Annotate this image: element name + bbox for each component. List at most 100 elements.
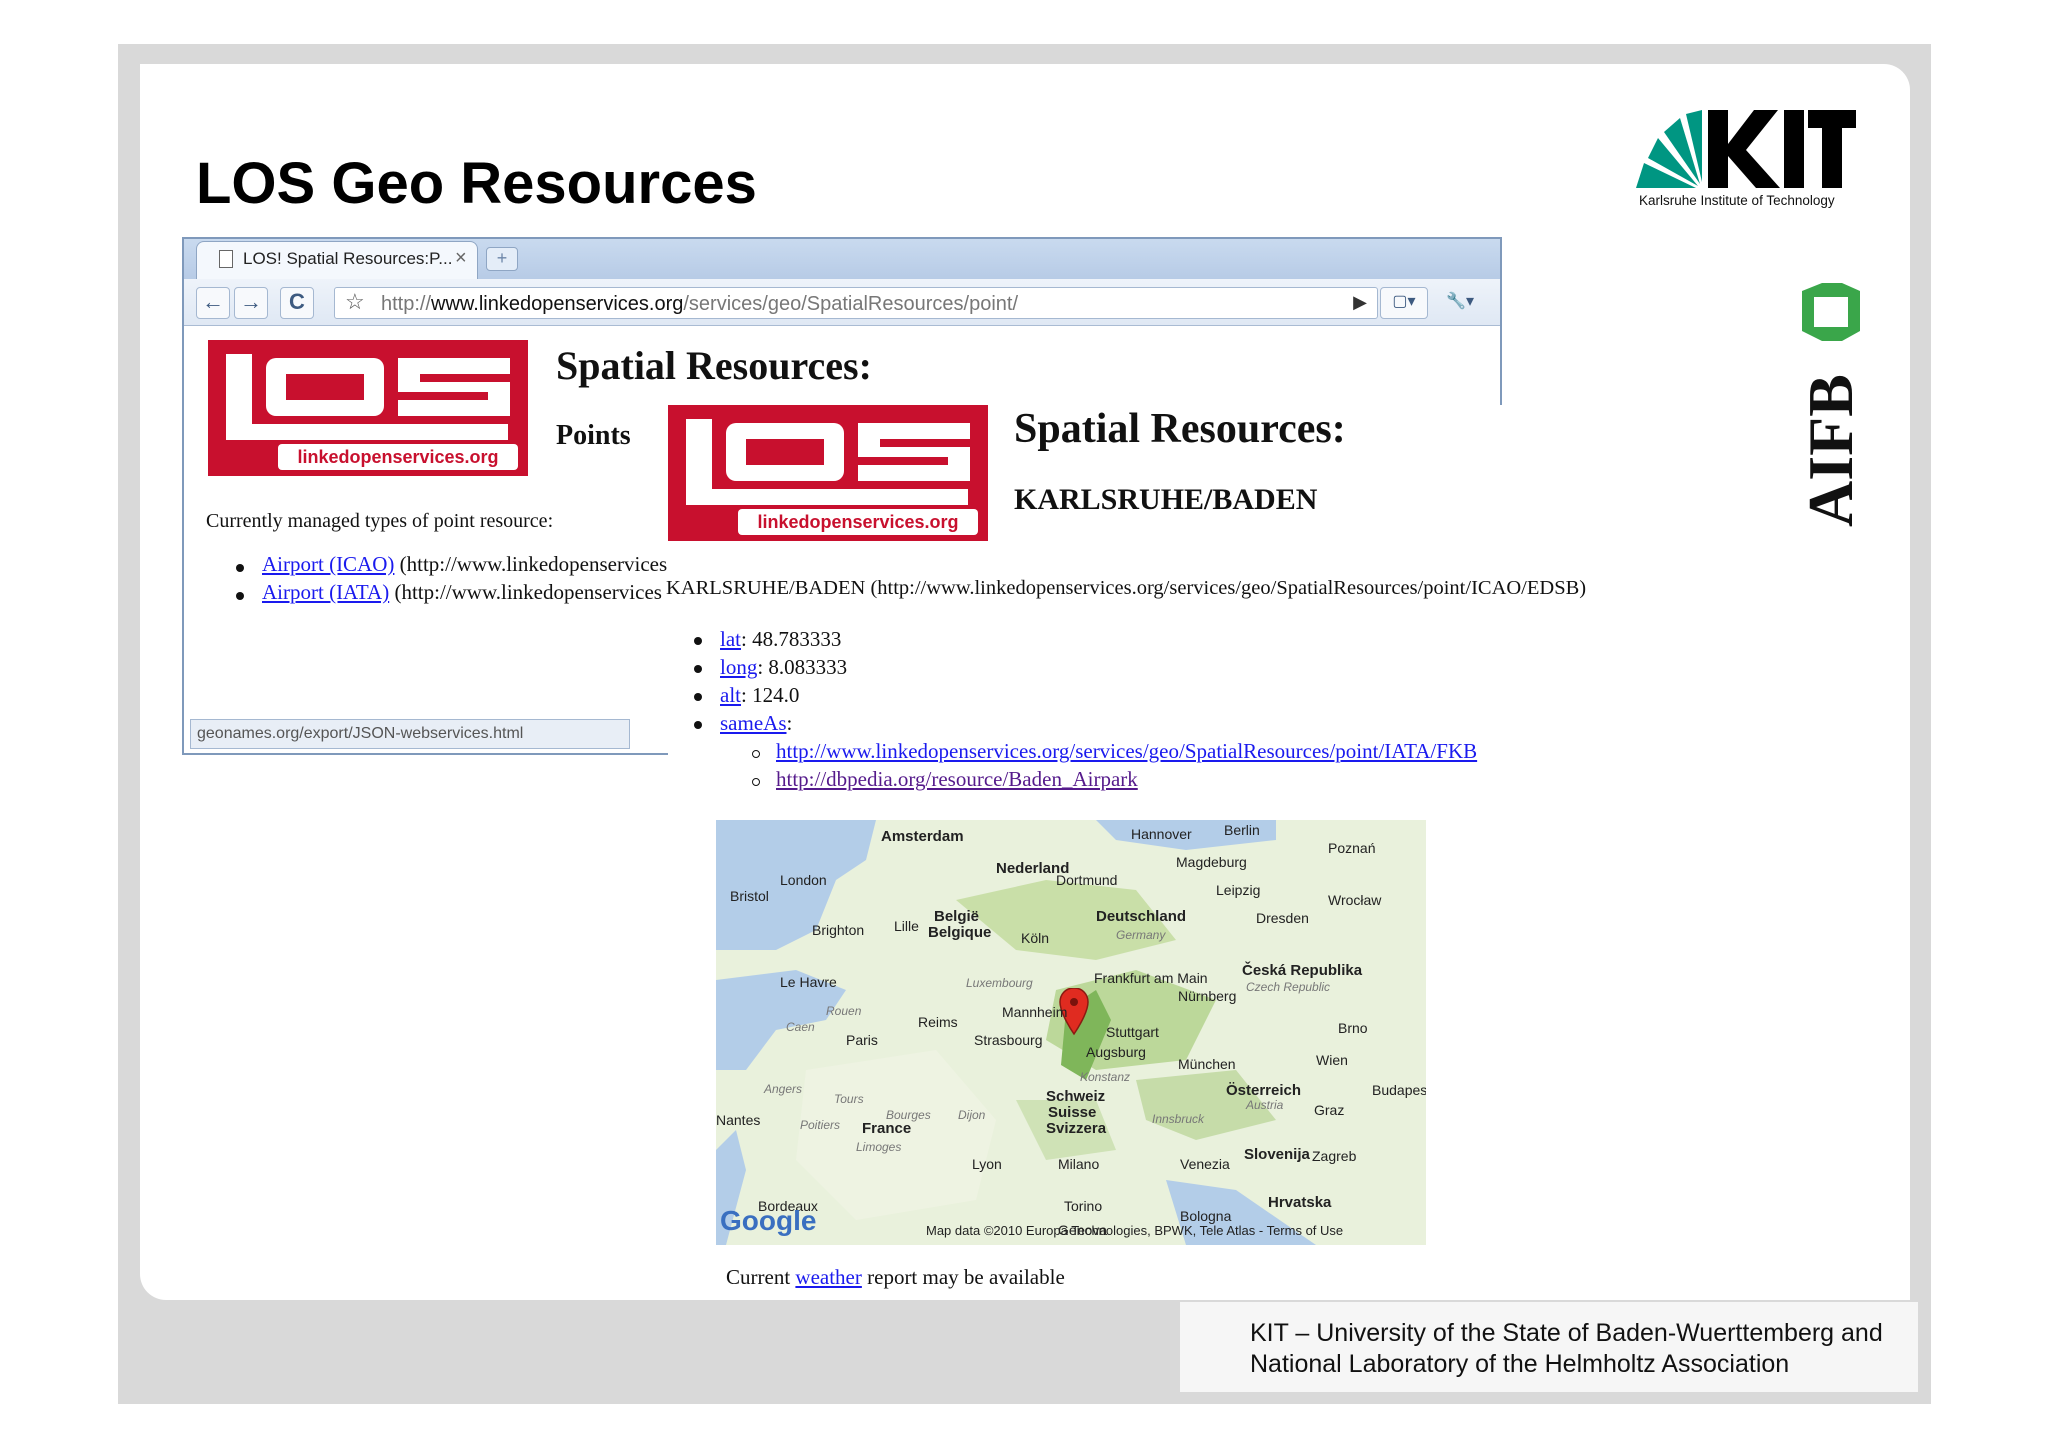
map-city-label: Dresden: [1256, 910, 1309, 926]
sameas-colon: :: [786, 711, 793, 735]
footer-text: KIT – University of the State of Baden-W…: [1250, 1318, 1883, 1380]
los-letters: [686, 419, 970, 505]
map-city-label: Poitiers: [800, 1118, 841, 1132]
dbpedia-link[interactable]: http://dbpedia.org/resource/Baden_Airpar…: [776, 767, 1138, 791]
lat-link[interactable]: lat: [720, 627, 741, 651]
map-city-label: Czech Republic: [1246, 980, 1331, 994]
map-city-label: Brno: [1338, 1020, 1368, 1036]
map-city-label: Suisse: [1048, 1104, 1097, 1121]
map-city-label: Magdeburg: [1176, 854, 1247, 870]
map-city-label: Angers: [764, 1082, 803, 1096]
map-city-label: Milano: [1058, 1156, 1100, 1172]
map-city-label: Tours: [834, 1092, 864, 1106]
los-logo: linkedopenservices.org: [208, 340, 528, 476]
list-bullet: [694, 721, 702, 729]
los-logo-text: linkedopenservices.org: [738, 509, 978, 535]
go-icon[interactable]: ▶: [1353, 292, 1367, 313]
map-city-label: Austria: [1246, 1098, 1284, 1112]
map-city-label: Bourges: [886, 1108, 931, 1122]
url-prefix: http://: [381, 293, 432, 315]
map-city-label: Dortmund: [1056, 872, 1118, 888]
reload-button[interactable]: C: [280, 287, 314, 319]
map-city-label: Deutschland: [1096, 908, 1187, 925]
property-row: long: 8.083333: [720, 655, 847, 680]
map-credit: Map data ©2010 Europa Technologies, BPWK…: [926, 1223, 1344, 1238]
map-city-label: Leipzig: [1216, 882, 1261, 898]
browser-tab[interactable]: LOS! Spatial Resources:P... ×: [196, 241, 478, 279]
map-city-label: France: [862, 1120, 912, 1137]
list-bullet: [694, 637, 702, 645]
map-city-label: Dijon: [958, 1108, 986, 1122]
sameas-item: http://dbpedia.org/resource/Baden_Airpar…: [776, 767, 1138, 792]
map-city-label: Stuttgart: [1106, 1024, 1159, 1040]
map-city-label: Caen: [786, 1020, 815, 1034]
map-city-label: Berlin: [1224, 822, 1260, 838]
footer-line-1: KIT – University of the State of Baden-W…: [1250, 1319, 1883, 1347]
map-city-label: Mannheim: [1002, 1004, 1068, 1020]
map-city-label: Belgique: [928, 924, 992, 941]
close-icon[interactable]: ×: [455, 247, 467, 270]
browser-toolbar: ← → C ☆ http://www.linkedopenservices.or…: [184, 279, 1500, 326]
map-city-label: Bristol: [730, 888, 769, 904]
page-heading: Spatial Resources:: [556, 343, 872, 388]
list-item: Airport (IATA) (http://www.linkedopenser…: [262, 580, 662, 605]
sameas-link[interactable]: sameAs: [720, 711, 787, 735]
airport-iata-link[interactable]: Airport (IATA): [262, 580, 389, 604]
map-city-label: Zagreb: [1312, 1148, 1357, 1164]
map-city-label: Reims: [918, 1014, 958, 1030]
kit-caption: Karlsruhe Institute of Technology: [1639, 193, 1835, 208]
map-city-label: Paris: [846, 1032, 878, 1048]
map-view[interactable]: Amsterdam Nederland London Bristol Brighton L…: [716, 820, 1426, 1245]
map-city-label: Česká Republika: [1242, 962, 1363, 979]
long-value: : 8.083333: [757, 655, 848, 679]
list-bullet: [236, 592, 244, 600]
slide-title: LOS Geo Resources: [196, 151, 757, 216]
map-city-label: Wrocław: [1328, 892, 1382, 908]
svg-text:AIFB: AIFB: [1795, 374, 1860, 527]
map-city-label: Schweiz: [1046, 1088, 1106, 1105]
new-tab-button[interactable]: +: [486, 247, 518, 271]
sublist-bullet: [752, 778, 760, 786]
map-city-label: Köln: [1021, 930, 1050, 946]
property-row: lat: 48.783333: [720, 627, 841, 652]
map-city-label: Lyon: [972, 1156, 1002, 1172]
sameas-item: http://www.linkedopenservices.org/servic…: [776, 739, 1477, 764]
map-city-label: België: [934, 908, 980, 925]
tools-menu-button[interactable]: 🔧▾: [1436, 287, 1484, 319]
map-city-label: Budapest: [1372, 1082, 1426, 1098]
map-city-label: Amsterdam: [881, 828, 964, 845]
star-icon[interactable]: ☆: [345, 289, 365, 315]
map-city-label: Österreich: [1226, 1082, 1302, 1099]
alt-value: : 124.0: [741, 683, 800, 707]
list-item-rest: (http://www.linkedopenservices: [394, 552, 668, 576]
forward-button[interactable]: →: [234, 287, 268, 319]
page-heading: Spatial Resources:: [1014, 406, 1346, 452]
list-bullet: [694, 693, 702, 701]
page-menu-button[interactable]: ▢▾: [1380, 287, 1428, 319]
list-item-rest: (http://www.linkedopenservices: [389, 580, 662, 604]
weather-link[interactable]: weather: [795, 1265, 861, 1289]
tab-strip: LOS! Spatial Resources:P... × +: [184, 239, 1500, 279]
map-city-label: Slovenija: [1244, 1146, 1310, 1163]
resource-line: KARLSRUHE/BADEN (http://www.linkedopense…: [666, 577, 1587, 599]
list-bullet: [694, 665, 702, 673]
map-city-label: Frankfurt am Main: [1094, 970, 1208, 986]
map-city-label: Venezia: [1180, 1156, 1230, 1172]
property-row: alt: 124.0: [720, 683, 799, 708]
alt-link[interactable]: alt: [720, 683, 741, 707]
map-city-label: Rouen: [826, 1004, 862, 1018]
los-logo-text: linkedopenservices.org: [278, 444, 518, 470]
airport-icao-link[interactable]: Airport (ICAO): [262, 552, 394, 576]
long-link[interactable]: long: [720, 655, 757, 679]
back-button[interactable]: ←: [196, 287, 230, 319]
url-host: www.linkedopenservices.org: [431, 293, 684, 315]
iata-fkb-link[interactable]: http://www.linkedopenservices.org/servic…: [776, 739, 1477, 763]
address-bar[interactable]: ☆ http://www.linkedopenservices.org/serv…: [334, 287, 1378, 319]
lat-value: : 48.783333: [741, 627, 842, 651]
page-icon: [219, 250, 233, 268]
map-city-label: Svizzera: [1046, 1120, 1107, 1137]
map-city-label: Lille: [894, 918, 919, 934]
map-city-label: Germany: [1116, 928, 1166, 942]
map-city-label: Hrvatska: [1268, 1194, 1332, 1211]
aifb-logo: AIFB: [1795, 283, 1860, 527]
